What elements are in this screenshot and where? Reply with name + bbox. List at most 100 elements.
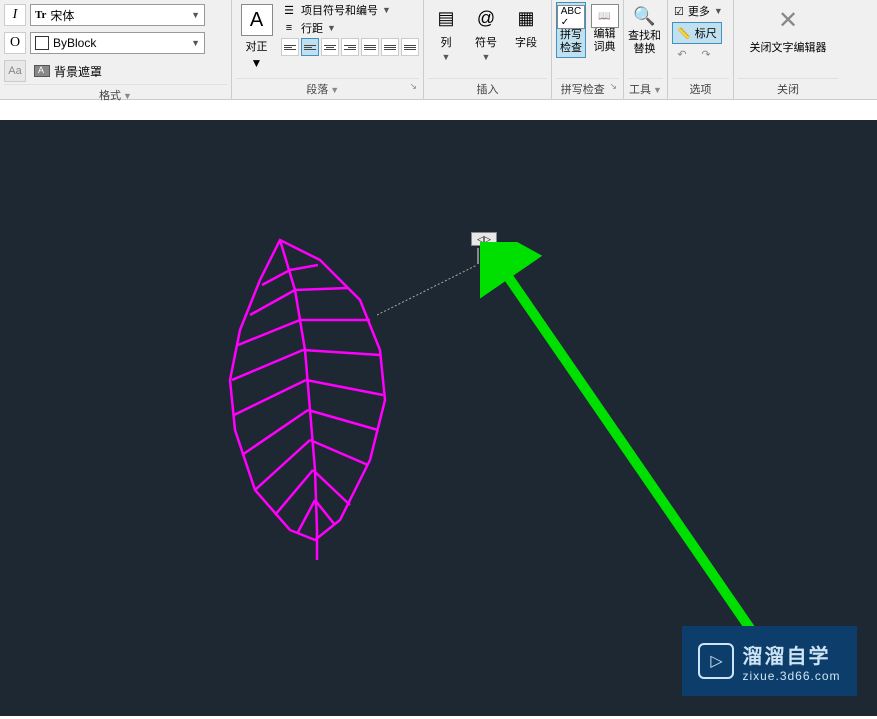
- chevron-down-icon: ▼: [382, 5, 391, 15]
- format-group: I Tr宋体 ▼ O ByBlock ▼ Aa 背景遮罩: [0, 0, 232, 99]
- bg-mask-label: 背景遮罩: [54, 63, 102, 80]
- chevron-down-icon: ▼: [442, 52, 451, 62]
- drawing-canvas[interactable]: ◁▷ ▷ 溜溜自学 zixue.3d66.com: [0, 120, 877, 716]
- symbol-icon: @: [472, 4, 500, 32]
- close-group-title: 关闭: [738, 78, 838, 99]
- format-row-2: O ByBlock ▼: [4, 32, 205, 54]
- leaf-drawing: [220, 230, 400, 570]
- chevron-down-icon[interactable]: ▼: [330, 85, 339, 95]
- color-name: ByBlock: [53, 36, 96, 50]
- tools-group: 🔍 查找和替换 工具▼: [624, 0, 668, 99]
- find-replace-button[interactable]: 🔍 查找和替换: [628, 2, 661, 56]
- align-center-button[interactable]: [321, 38, 339, 56]
- options-group-title: 选项: [672, 78, 729, 99]
- close-icon: ✕: [778, 6, 798, 35]
- insert-group: ▤ 列 ▼ @ 符号 ▼ ▦ 字段 插入: [424, 0, 552, 99]
- edit-dictionary-button[interactable]: 📖 编辑词典: [590, 2, 619, 56]
- field-icon: ▦: [512, 4, 540, 32]
- dialog-launcher-icon[interactable]: ↘: [609, 81, 617, 92]
- spellcheck-label: 拼写检查: [560, 29, 582, 55]
- chevron-down-icon: ▼: [482, 52, 491, 62]
- insert-group-title: 插入: [428, 78, 547, 99]
- close-group: ✕ 关闭文字编辑器 关闭: [734, 0, 842, 99]
- format-row-3: Aa 背景遮罩: [4, 60, 106, 82]
- overline-button[interactable]: O: [4, 32, 26, 54]
- spellcheck-group: ABC✓ 拼写检查 📖 编辑词典 拼写检查 ↘: [552, 0, 624, 99]
- line-spacing-icon: ≡: [281, 20, 297, 36]
- align-right-button[interactable]: [341, 38, 359, 56]
- search-icon: 🔍: [631, 2, 659, 30]
- format-row-1: I Tr宋体 ▼: [4, 4, 205, 26]
- paragraph-group: A 对正 ▼ ☰ 项目符号和编号 ▼ ≡ 行距 ▼: [232, 0, 424, 99]
- tools-title-text: 工具: [629, 84, 651, 96]
- spellcheck-group-title: 拼写检查 ↘: [556, 78, 619, 99]
- chevron-down-icon: ▼: [251, 56, 263, 70]
- dictionary-icon: 📖: [591, 4, 619, 28]
- close-editor-button[interactable]: ✕ 关闭文字编辑器: [750, 2, 827, 55]
- paragraph-title-text: 段落: [306, 84, 328, 96]
- more-button[interactable]: ☑ 更多 ▼: [672, 2, 725, 20]
- background-mask-button[interactable]: 背景遮罩: [30, 61, 106, 82]
- field-button[interactable]: ▦ 字段: [508, 2, 544, 52]
- chevron-down-icon[interactable]: ▼: [123, 91, 132, 101]
- justify-label: 对正: [246, 38, 268, 54]
- chevron-down-icon: ▼: [191, 10, 200, 20]
- redo-button[interactable]: ↷: [696, 46, 716, 62]
- symbol-label: 符号: [475, 34, 497, 50]
- annotation-button[interactable]: Aa: [4, 60, 26, 82]
- bullets-label: 项目符号和编号: [301, 2, 378, 18]
- symbol-button[interactable]: @ 符号 ▼: [468, 2, 504, 64]
- italic-button[interactable]: I: [4, 4, 26, 26]
- mask-icon: [34, 65, 50, 77]
- field-label: 字段: [515, 34, 537, 50]
- format-group-title: 格式▼: [4, 84, 227, 105]
- ribbon: I Tr宋体 ▼ O ByBlock ▼ Aa 背景遮罩: [0, 0, 877, 100]
- chevron-down-icon[interactable]: ▼: [653, 85, 662, 95]
- more-label: 更多: [688, 3, 710, 19]
- chevron-down-icon: ▼: [327, 23, 336, 33]
- align-justify-button[interactable]: [361, 38, 379, 56]
- annotation-arrow: [480, 242, 800, 682]
- spellcheck-button[interactable]: ABC✓ 拼写检查: [556, 2, 586, 58]
- logo-en-text: zixue.3d66.com: [742, 669, 840, 683]
- spellcheck-icon: ABC✓: [557, 5, 585, 29]
- color-swatch: [35, 36, 49, 50]
- align-left-button[interactable]: [301, 38, 319, 56]
- ruler-toggle[interactable]: 📏 标尺: [672, 22, 722, 44]
- truetype-icon: Tr: [35, 9, 46, 21]
- color-dropdown[interactable]: ByBlock ▼: [30, 32, 205, 54]
- align-full-button[interactable]: [401, 38, 419, 56]
- undo-button[interactable]: ↶: [672, 46, 692, 62]
- close-title-text: 关闭: [777, 84, 799, 96]
- insert-title-text: 插入: [477, 84, 499, 96]
- edit-dict-label: 编辑词典: [594, 28, 616, 54]
- logo-cn-text: 溜溜自学: [742, 640, 840, 669]
- justify-button[interactable]: A 对正 ▼: [236, 2, 277, 72]
- font-dropdown[interactable]: Tr宋体 ▼: [30, 4, 205, 26]
- play-icon: ▷: [698, 643, 734, 679]
- ruler-icon: 📏: [677, 27, 691, 40]
- columns-label: 列: [441, 34, 452, 50]
- bullets-button[interactable]: ☰ 项目符号和编号 ▼: [281, 2, 419, 18]
- spellcheck-title-text: 拼写检查: [561, 84, 605, 96]
- find-replace-label: 查找和替换: [628, 30, 661, 56]
- more-icon: ☑: [674, 5, 684, 18]
- watermark-logo: ▷ 溜溜自学 zixue.3d66.com: [682, 626, 857, 696]
- columns-button[interactable]: ▤ 列 ▼: [428, 2, 464, 64]
- bullets-icon: ☰: [281, 2, 297, 18]
- format-title-text: 格式: [99, 90, 121, 102]
- align-distribute-button[interactable]: [381, 38, 399, 56]
- dialog-launcher-icon[interactable]: ↘: [409, 81, 417, 92]
- line-spacing-button[interactable]: ≡ 行距 ▼: [281, 20, 419, 36]
- close-label: 关闭文字编辑器: [750, 39, 827, 55]
- columns-icon: ▤: [432, 4, 460, 32]
- chevron-down-icon: ▼: [714, 6, 723, 16]
- justify-icon: A: [241, 4, 273, 36]
- ruler-label: 标尺: [695, 25, 717, 41]
- chevron-down-icon: ▼: [191, 38, 200, 48]
- paragraph-group-title: 段落▼ ↘: [236, 78, 419, 99]
- leader-line: [377, 260, 481, 320]
- options-title-text: 选项: [690, 84, 712, 96]
- tools-group-title: 工具▼: [628, 78, 663, 99]
- align-default-button[interactable]: [281, 38, 299, 56]
